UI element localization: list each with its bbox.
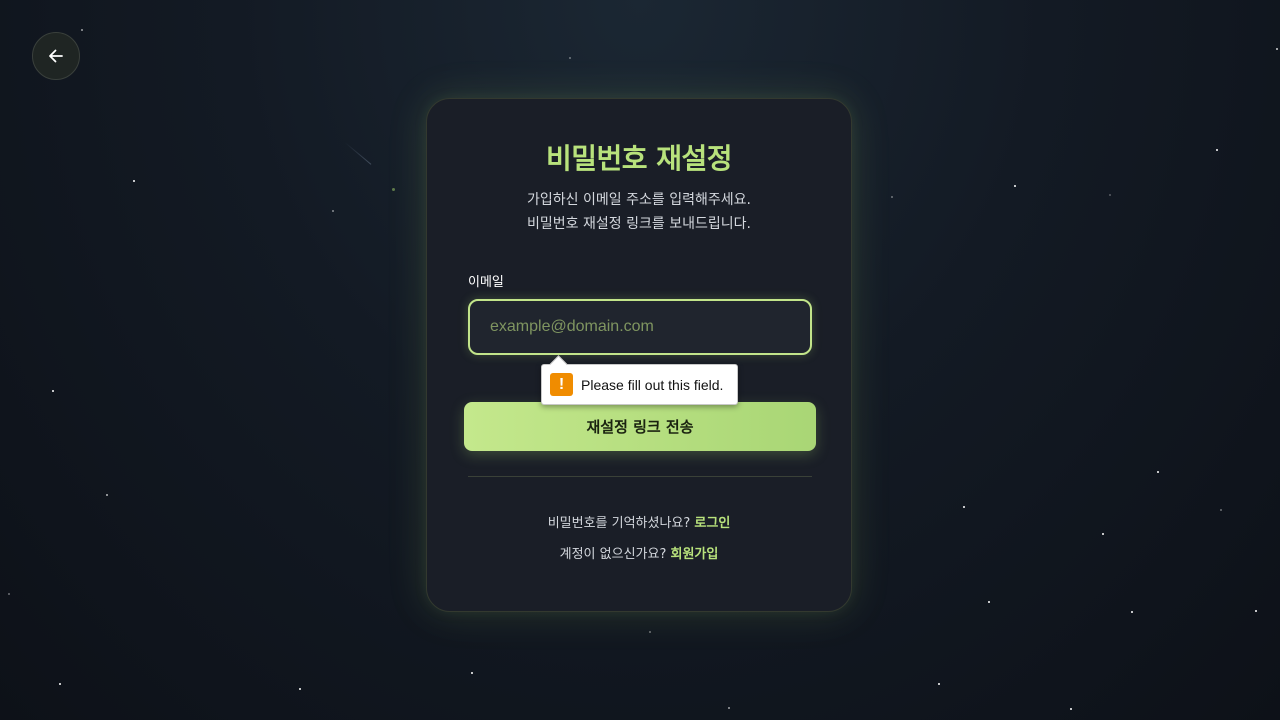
login-link[interactable]: 로그인 xyxy=(694,516,730,531)
signup-link[interactable]: 회원가입 xyxy=(671,547,719,562)
star xyxy=(1070,708,1072,710)
star xyxy=(1109,194,1111,196)
reset-password-card: 비밀번호 재설정 가입하신 이메일 주소를 입력해주세요. 비밀번호 재설정 링… xyxy=(426,98,852,612)
star xyxy=(81,29,83,31)
subtitle-line-2: 비밀번호 재설정 링크를 보내드립니다. xyxy=(527,216,751,232)
validation-tooltip: ! Please fill out this field. xyxy=(541,355,738,405)
star xyxy=(392,188,395,191)
star xyxy=(963,506,965,508)
star xyxy=(1157,471,1159,473)
star xyxy=(1131,611,1133,613)
star xyxy=(1102,533,1104,535)
star xyxy=(938,683,940,685)
subtitle-line-1: 가입하신 이메일 주소를 입력해주세요. xyxy=(527,192,751,208)
no-account-text: 계정이 없으신가요? xyxy=(559,547,667,562)
shooting-star xyxy=(344,142,372,165)
star xyxy=(52,390,54,392)
star xyxy=(471,672,473,674)
email-label: 이메일 xyxy=(468,275,504,290)
star xyxy=(649,631,651,633)
star xyxy=(891,196,893,198)
email-field[interactable] xyxy=(468,299,812,355)
warning-icon: ! xyxy=(550,373,573,396)
no-account-row: 계정이 없으신가요? 회원가입 xyxy=(427,543,851,562)
remember-password-text: 비밀번호를 기억하셨나요? xyxy=(547,516,691,531)
divider xyxy=(468,476,812,477)
star xyxy=(59,683,61,685)
star xyxy=(728,707,730,709)
star xyxy=(106,494,108,496)
send-reset-link-button[interactable]: 재설정 링크 전송 xyxy=(464,402,816,451)
star xyxy=(1276,48,1278,50)
star xyxy=(1216,149,1218,151)
star xyxy=(1014,185,1016,187)
star xyxy=(1220,509,1222,511)
star xyxy=(133,180,135,182)
back-button[interactable] xyxy=(32,32,80,80)
star xyxy=(8,593,10,595)
star xyxy=(332,210,334,212)
star xyxy=(988,601,990,603)
remember-password-row: 비밀번호를 기억하셨나요? 로그인 xyxy=(427,512,851,531)
star xyxy=(299,688,301,690)
page-title: 비밀번호 재설정 xyxy=(545,142,733,175)
star xyxy=(569,57,571,59)
star xyxy=(1255,610,1257,612)
validation-message: Please fill out this field. xyxy=(581,376,724,393)
arrow-left-icon xyxy=(49,49,63,63)
